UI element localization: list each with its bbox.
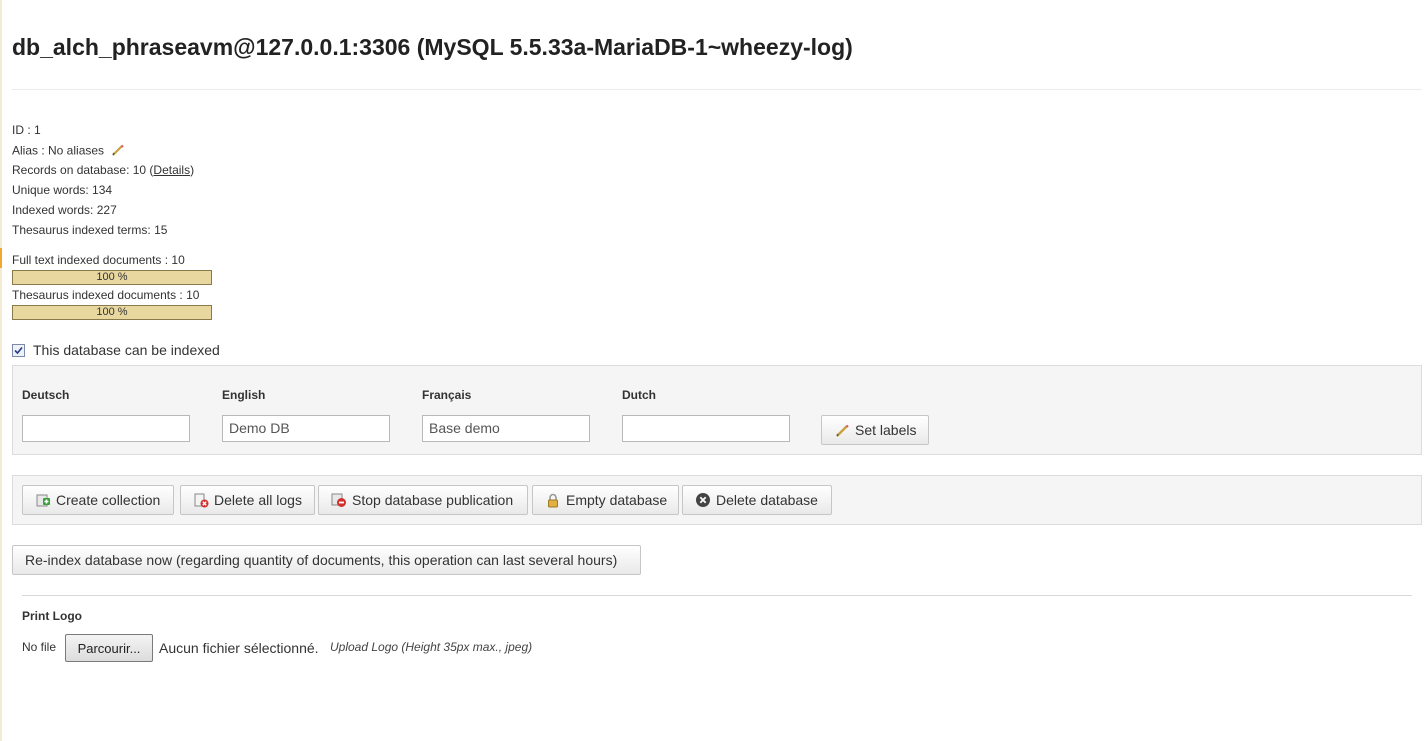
thesaurus-terms: Thesaurus indexed terms: 15	[12, 223, 168, 237]
file-status-text: Aucun fichier sélectionné.	[159, 640, 319, 656]
stop-publication-label: Stop database publication	[352, 492, 514, 508]
create-collection-button[interactable]: Create collection	[22, 485, 174, 515]
indexable-row: This database can be indexed	[12, 342, 220, 358]
page-title: db_alch_phraseavm@127.0.0.1:3306 (MySQL …	[12, 34, 853, 60]
fulltext-docs-label: Full text indexed documents : 10	[12, 253, 185, 267]
label-english: English	[222, 388, 266, 402]
indexable-label: This database can be indexed	[33, 342, 220, 358]
database-id: ID : 1	[12, 123, 41, 137]
fulltext-progress-bar: 100 %	[12, 270, 212, 285]
empty-database-label: Empty database	[566, 492, 668, 508]
alias-text: Alias : No aliases	[12, 143, 105, 158]
delete-all-logs-label: Delete all logs	[214, 492, 302, 508]
reindex-label: Re-index database now (regarding quantit…	[25, 552, 618, 568]
title-divider	[12, 89, 1422, 90]
actions-panel: Create collection Delete all logs Stop d…	[12, 475, 1422, 525]
label-dutch: Dutch	[622, 388, 656, 402]
records-suffix: )	[190, 163, 195, 177]
lock-icon	[545, 492, 561, 508]
add-collection-icon	[35, 492, 51, 508]
label-francais: Français	[422, 388, 472, 402]
print-logo-divider	[22, 595, 1412, 596]
thesaurus-progress-label: 100 %	[96, 306, 128, 318]
left-edge-marker	[0, 248, 2, 268]
delete-database-button[interactable]: Delete database	[682, 485, 832, 515]
francais-label-input[interactable]: Base demo	[422, 415, 590, 442]
dutch-label-input[interactable]	[622, 415, 790, 442]
print-logo-title: Print Logo	[22, 609, 82, 623]
thesaurus-progress-bar: 100 %	[12, 305, 212, 320]
delete-all-logs-button[interactable]: Delete all logs	[180, 485, 315, 515]
deutsch-label-input[interactable]	[22, 415, 190, 442]
thesaurus-docs-label: Thesaurus indexed documents : 10	[12, 288, 200, 302]
english-label-input[interactable]: Demo DB	[222, 415, 390, 442]
reindex-button[interactable]: Re-index database now (regarding quantit…	[12, 545, 641, 575]
labels-panel: Deutsch English Demo DB Français Base de…	[12, 365, 1422, 455]
edit-alias-icon[interactable]	[111, 143, 125, 160]
empty-database-button[interactable]: Empty database	[532, 485, 679, 515]
stop-publication-icon	[331, 492, 347, 508]
stop-publication-button[interactable]: Stop database publication	[318, 485, 528, 515]
set-labels-button[interactable]: Set labels	[821, 415, 929, 445]
records-text: Records on database: 10 (	[12, 163, 154, 177]
alias-row: Alias : No aliases	[12, 143, 125, 160]
no-file-text: No file	[22, 640, 57, 654]
indexed-words: Indexed words: 227	[12, 203, 117, 217]
browse-file-button[interactable]: Parcourir...	[65, 634, 153, 662]
left-edge-rule	[0, 0, 2, 741]
delete-circle-icon	[695, 492, 711, 508]
pencil-icon	[834, 422, 850, 438]
set-labels-label: Set labels	[855, 422, 917, 438]
delete-logs-icon	[193, 492, 209, 508]
label-deutsch: Deutsch	[22, 388, 70, 402]
indexable-checkbox[interactable]	[12, 343, 25, 357]
unique-words: Unique words: 134	[12, 183, 113, 197]
fulltext-progress-label: 100 %	[96, 271, 128, 283]
delete-database-label: Delete database	[716, 492, 818, 508]
records-row: Records on database: 10 (Details)	[12, 163, 194, 177]
records-details-link[interactable]: Details	[153, 163, 190, 177]
create-collection-label: Create collection	[56, 492, 161, 508]
upload-hint-text: Upload Logo (Height 35px max., jpeg)	[330, 640, 533, 654]
